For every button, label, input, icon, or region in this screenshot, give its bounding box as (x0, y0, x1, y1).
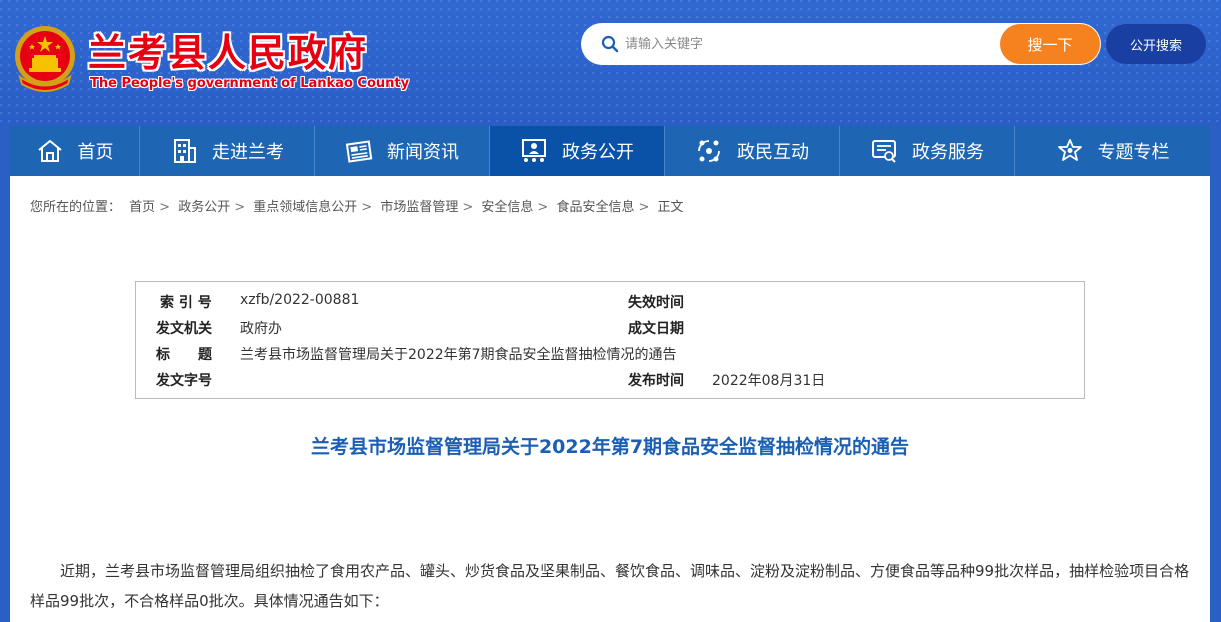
meta-row: 发文字号 发布时间 2022年08月31日 (136, 370, 1084, 396)
search-input[interactable] (625, 31, 985, 57)
search-box: 搜一下 (581, 23, 1101, 65)
publish-value: 2022年08月31日 (712, 373, 826, 389)
meta-row: 索 引 号 xzfb/2022-00881 失效时间 (136, 292, 1084, 318)
breadcrumb-link-market-supervision[interactable]: 市场监督管理 (380, 200, 458, 215)
service-icon (872, 140, 896, 163)
title-value: 兰考县市场监督管理局关于2022年第7期食品安全监督抽检情况的通告 (240, 347, 677, 363)
site-subtitle: The People's government of Lankao County (90, 76, 410, 91)
search-icon (601, 35, 619, 53)
interaction-icon (698, 140, 720, 162)
breadcrumb-link-home[interactable]: 首页 (129, 200, 155, 215)
breadcrumb-prefix: 您所在的位置： (30, 200, 122, 215)
nav-label: 政务服务 (912, 142, 984, 163)
document-meta-table: 索 引 号 xzfb/2022-00881 失效时间 发文机关 政府办 成文日期… (135, 281, 1085, 399)
expire-label: 失效时间 (628, 295, 684, 311)
nav-item-home[interactable]: 首页 (10, 126, 140, 176)
breadcrumb-link-safety-info[interactable]: 安全信息 (481, 200, 533, 215)
title-label: 标 题 (156, 347, 212, 363)
index-value: xzfb/2022-00881 (240, 292, 360, 308)
docno-label: 发文字号 (156, 373, 212, 389)
nav-item-about-lankao[interactable]: 走进兰考 (140, 126, 315, 176)
issuer-value: 政府办 (240, 321, 282, 337)
issuer-label: 发文机关 (156, 321, 212, 337)
index-label: 索 引 号 (160, 295, 212, 311)
public-search-button[interactable]: 公开搜索 (1106, 24, 1206, 64)
nav-item-news[interactable]: 新闻资讯 (315, 126, 490, 176)
created-label: 成文日期 (628, 321, 684, 337)
main-content: 您所在的位置： 首页 > 政务公开 > 重点领域信息公开 > 市场监督管理 > 安全信息… (10, 176, 1210, 622)
newspaper-icon (345, 140, 373, 163)
building-icon (174, 139, 196, 163)
breadcrumb: 您所在的位置： 首页 > 政务公开 > 重点领域信息公开 > 市场监督管理 > 安全信息… (30, 200, 684, 215)
search-button[interactable]: 搜一下 (1000, 24, 1100, 64)
site-title: 兰考县人民政府 (88, 30, 369, 75)
main-nav: 首页 走进兰考 新闻资讯 政务公开 政民互动 政务服务 专题专栏 (10, 126, 1210, 176)
home-icon (37, 139, 62, 162)
topic-icon (1057, 139, 1082, 161)
nav-item-services[interactable]: 政务服务 (840, 126, 1015, 176)
nav-item-interaction[interactable]: 政民互动 (665, 126, 840, 176)
site-header: 兰考县人民政府 The People's government of Lanka… (0, 0, 1221, 126)
publish-label: 发布时间 (628, 373, 684, 389)
nav-label: 首页 (77, 142, 114, 163)
breadcrumb-link-government-affairs[interactable]: 政务公开 (178, 200, 230, 215)
nav-item-topics[interactable]: 专题专栏 (1015, 126, 1210, 176)
government-icon (522, 139, 546, 162)
breadcrumb-current: 正文 (657, 200, 684, 215)
nav-label: 政务公开 (562, 142, 634, 163)
nav-item-government-affairs[interactable]: 政务公开 (490, 126, 665, 176)
nav-label: 专题专栏 (1097, 142, 1170, 163)
nav-label: 新闻资讯 (387, 142, 459, 163)
nav-label: 政民互动 (737, 142, 809, 163)
national-emblem-icon (15, 26, 75, 92)
meta-row: 标 题 兰考县市场监督管理局关于2022年第7期食品安全监督抽检情况的通告 (136, 344, 1084, 370)
meta-row: 发文机关 政府办 成文日期 (136, 318, 1084, 344)
breadcrumb-link-key-areas[interactable]: 重点领域信息公开 (253, 200, 357, 215)
article-title: 兰考县市场监督管理局关于2022年第7期食品安全监督抽检情况的通告 (310, 436, 910, 458)
article-paragraph: 近期，兰考县市场监督管理局组织抽检了食用农产品、罐头、炒货食品及坚果制品、餐饮食… (30, 562, 1190, 610)
breadcrumb-link-food-safety[interactable]: 食品安全信息 (556, 200, 634, 215)
nav-label: 走进兰考 (212, 142, 284, 163)
